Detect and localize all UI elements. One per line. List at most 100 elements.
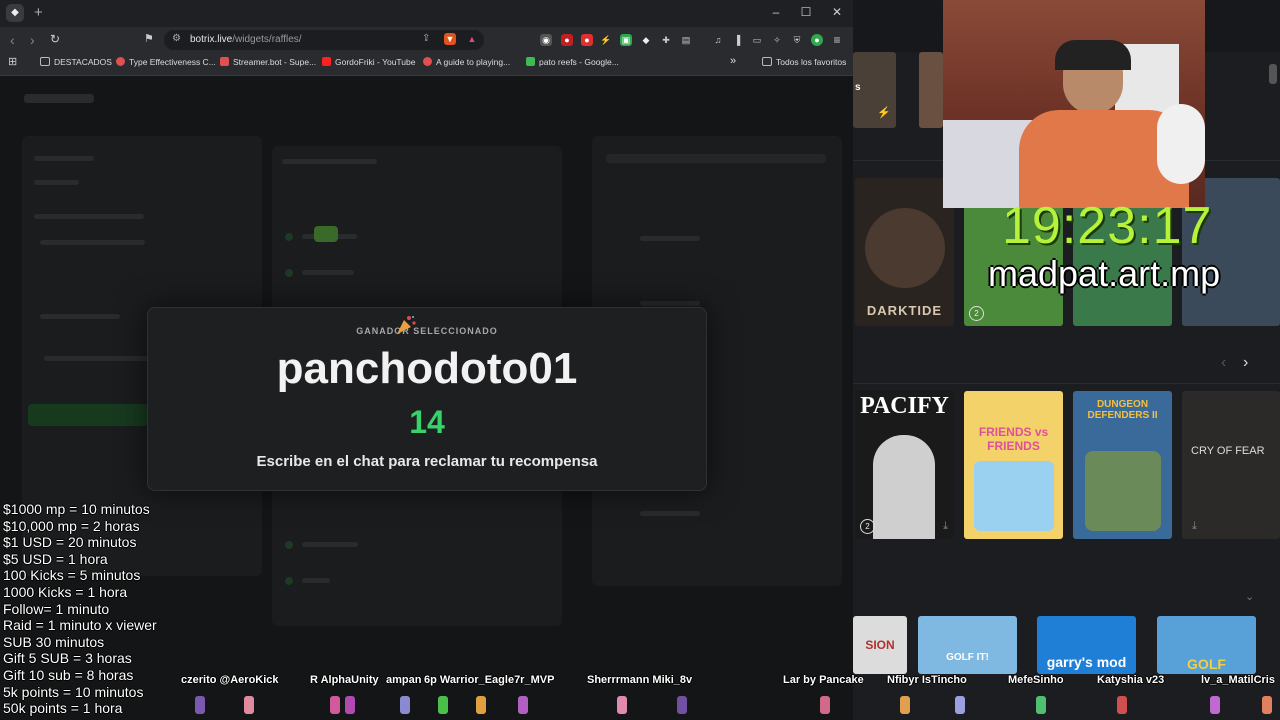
sidebar-icon[interactable]: ▐: [731, 34, 743, 46]
bookmark-item[interactable]: DESTACADOS: [40, 57, 112, 67]
bolt-icon: ⚡: [877, 107, 891, 119]
game-title: CRY OF FEAR: [1191, 445, 1265, 457]
wallet-icon[interactable]: ▭: [751, 34, 763, 46]
winner-modal: GANADOR SELECCIONADO panchodoto01 14 Esc…: [147, 307, 707, 491]
winner-count: 14: [409, 404, 445, 440]
download-icon[interactable]: ⤓: [1192, 520, 1197, 533]
game-card-dungeon-defenders-2[interactable]: DUNGEON DEFENDERS II: [1073, 391, 1172, 539]
bookmark-label: DESTACADOS: [54, 57, 112, 67]
game-card-pacify[interactable]: PACIFY 2 ⤓: [855, 391, 954, 539]
card-text: s: [855, 82, 861, 93]
rate-line: 100 Kicks = 5 minutos: [3, 567, 141, 584]
bookmark-item[interactable]: Type Effectiveness C...: [116, 57, 216, 67]
chatter-sprite: [820, 696, 830, 714]
participant-dot: [285, 233, 293, 241]
menu-icon[interactable]: ≡: [831, 34, 843, 46]
game-title: GOLF: [1187, 656, 1226, 672]
game-card-friends-vs-friends[interactable]: FRIENDS vs FRIENDS: [964, 391, 1063, 539]
bookmark-icon[interactable]: ⚑: [144, 32, 154, 45]
settings-line: [40, 314, 120, 319]
chatter-sprite: [677, 696, 687, 714]
game-card-garrys-mod[interactable]: garry's mod: [1037, 616, 1136, 674]
download-icon[interactable]: ⤓: [943, 520, 948, 533]
settings-line: [34, 214, 144, 219]
bookmark-item[interactable]: GordoFriki - YouTube: [322, 57, 415, 67]
collapse-chevron-icon[interactable]: ⌄: [1245, 590, 1254, 603]
game-title: FRIENDS vs FRIENDS: [978, 425, 1049, 453]
browser-menu-icon[interactable]: ◆: [6, 4, 24, 22]
rate-line: Follow= 1 minuto: [3, 600, 110, 617]
game-title: DARKTIDE: [866, 303, 943, 318]
pokeball-icon: [423, 57, 432, 66]
chatter-name: ampan: [386, 674, 422, 686]
game-card-partial[interactable]: SION: [853, 616, 907, 674]
leo-ai-icon[interactable]: ✧: [771, 34, 783, 46]
site-info-icon[interactable]: ⚙: [172, 33, 181, 44]
reload-icon[interactable]: ↻: [50, 32, 60, 46]
game-card-golf-it[interactable]: GOLF IT!: [918, 616, 1017, 674]
game-title: DUNGEON DEFENDERS II: [1087, 399, 1158, 421]
game-card-partial[interactable]: s ⚡: [853, 52, 896, 128]
all-bookmarks-button[interactable]: Todos los favoritos: [762, 57, 846, 67]
rate-line: $10,000 mp = 2 horas: [3, 517, 140, 534]
forward-icon[interactable]: ›: [30, 32, 35, 48]
game-card-partial[interactable]: [919, 52, 943, 128]
bookmark-item[interactable]: Streamer.bot - Supe...: [220, 57, 316, 67]
profile-icon[interactable]: ●: [811, 34, 823, 46]
extension-icon[interactable]: ▣: [620, 34, 632, 46]
maximize-icon[interactable]: ☐: [796, 5, 816, 19]
extension-icon[interactable]: ◉: [540, 34, 552, 46]
music-icon[interactable]: ♫: [712, 34, 724, 46]
copies-badge: 2: [860, 519, 875, 534]
game-card-darktide[interactable]: DARKTIDE: [855, 178, 954, 326]
extension-icon[interactable]: ⚡: [600, 34, 612, 46]
game-title: PACIFY: [860, 393, 949, 419]
extension-icon[interactable]: ●: [581, 34, 593, 46]
rate-line: 50k points = 1 hora: [3, 700, 123, 717]
chatter-sprite: [1036, 696, 1046, 714]
last-winner-line: [640, 236, 700, 241]
rate-line: Raid = 1 minuto x viewer: [3, 617, 157, 634]
game-card-golf[interactable]: GOLF: [1157, 616, 1256, 674]
bookmark-label: Streamer.bot - Supe...: [233, 57, 317, 67]
bookmarks-overflow-button[interactable]: »: [730, 55, 736, 67]
rate-line: 5k points = 10 minutos: [3, 683, 144, 700]
puzzle-icon[interactable]: ✚: [660, 34, 672, 46]
extension-icon[interactable]: ◆: [640, 34, 652, 46]
bookmark-item[interactable]: pato reefs - Google...: [526, 57, 619, 67]
extension-icon[interactable]: ●: [561, 34, 573, 46]
carousel-prev-icon[interactable]: ‹: [1221, 354, 1226, 372]
chatter-sprite: [900, 696, 910, 714]
rate-line: SUB 30 minutos: [3, 633, 105, 650]
brave-shields-icon[interactable]: ▼: [444, 33, 456, 45]
close-icon[interactable]: ✕: [827, 5, 847, 19]
subathon-rates: $1000 mp = 10 minutos $10,000 mp = 2 hor…: [3, 501, 193, 717]
url-host: botrix.live: [190, 34, 233, 45]
participant-dot: [285, 577, 293, 585]
brave-rewards-icon[interactable]: ▲: [466, 33, 478, 45]
share-icon[interactable]: ⇪: [422, 33, 430, 44]
minimize-icon[interactable]: –: [766, 5, 786, 19]
extension-icon[interactable]: ▤: [680, 34, 692, 46]
carousel-next-icon[interactable]: ›: [1243, 354, 1248, 372]
modal-label: GANADOR SELECCIONADO: [356, 326, 498, 336]
scrollbar-thumb[interactable]: [1269, 64, 1277, 84]
vpn-icon[interactable]: ⛨: [791, 34, 803, 46]
settings-line: [40, 240, 145, 245]
game-card-cry-of-fear[interactable]: CRY OF FEAR ⤓: [1182, 391, 1280, 539]
game-title: garry's mod: [1046, 654, 1127, 670]
folder-icon: [40, 57, 50, 66]
address-bar[interactable]: ⚙ botrix.live/widgets/raffles/ ⇪ ▼ ▲: [164, 30, 484, 50]
new-tab-icon[interactable]: +: [34, 4, 43, 22]
bookmark-item[interactable]: A guide to playing...: [423, 57, 510, 67]
participant-line: [302, 270, 354, 275]
participants-line: [282, 159, 377, 164]
folder-icon: [762, 57, 772, 66]
webcam-feed: [943, 0, 1205, 208]
back-icon[interactable]: ‹: [10, 32, 15, 48]
apps-grid-icon[interactable]: ⊞: [8, 55, 17, 68]
stream-handle: madpat.art.mp: [988, 253, 1221, 294]
url-path: /widgets/raffles/: [232, 34, 302, 45]
all-bookmarks-label: Todos los favoritos: [776, 57, 847, 67]
start-button[interactable]: [28, 404, 148, 426]
